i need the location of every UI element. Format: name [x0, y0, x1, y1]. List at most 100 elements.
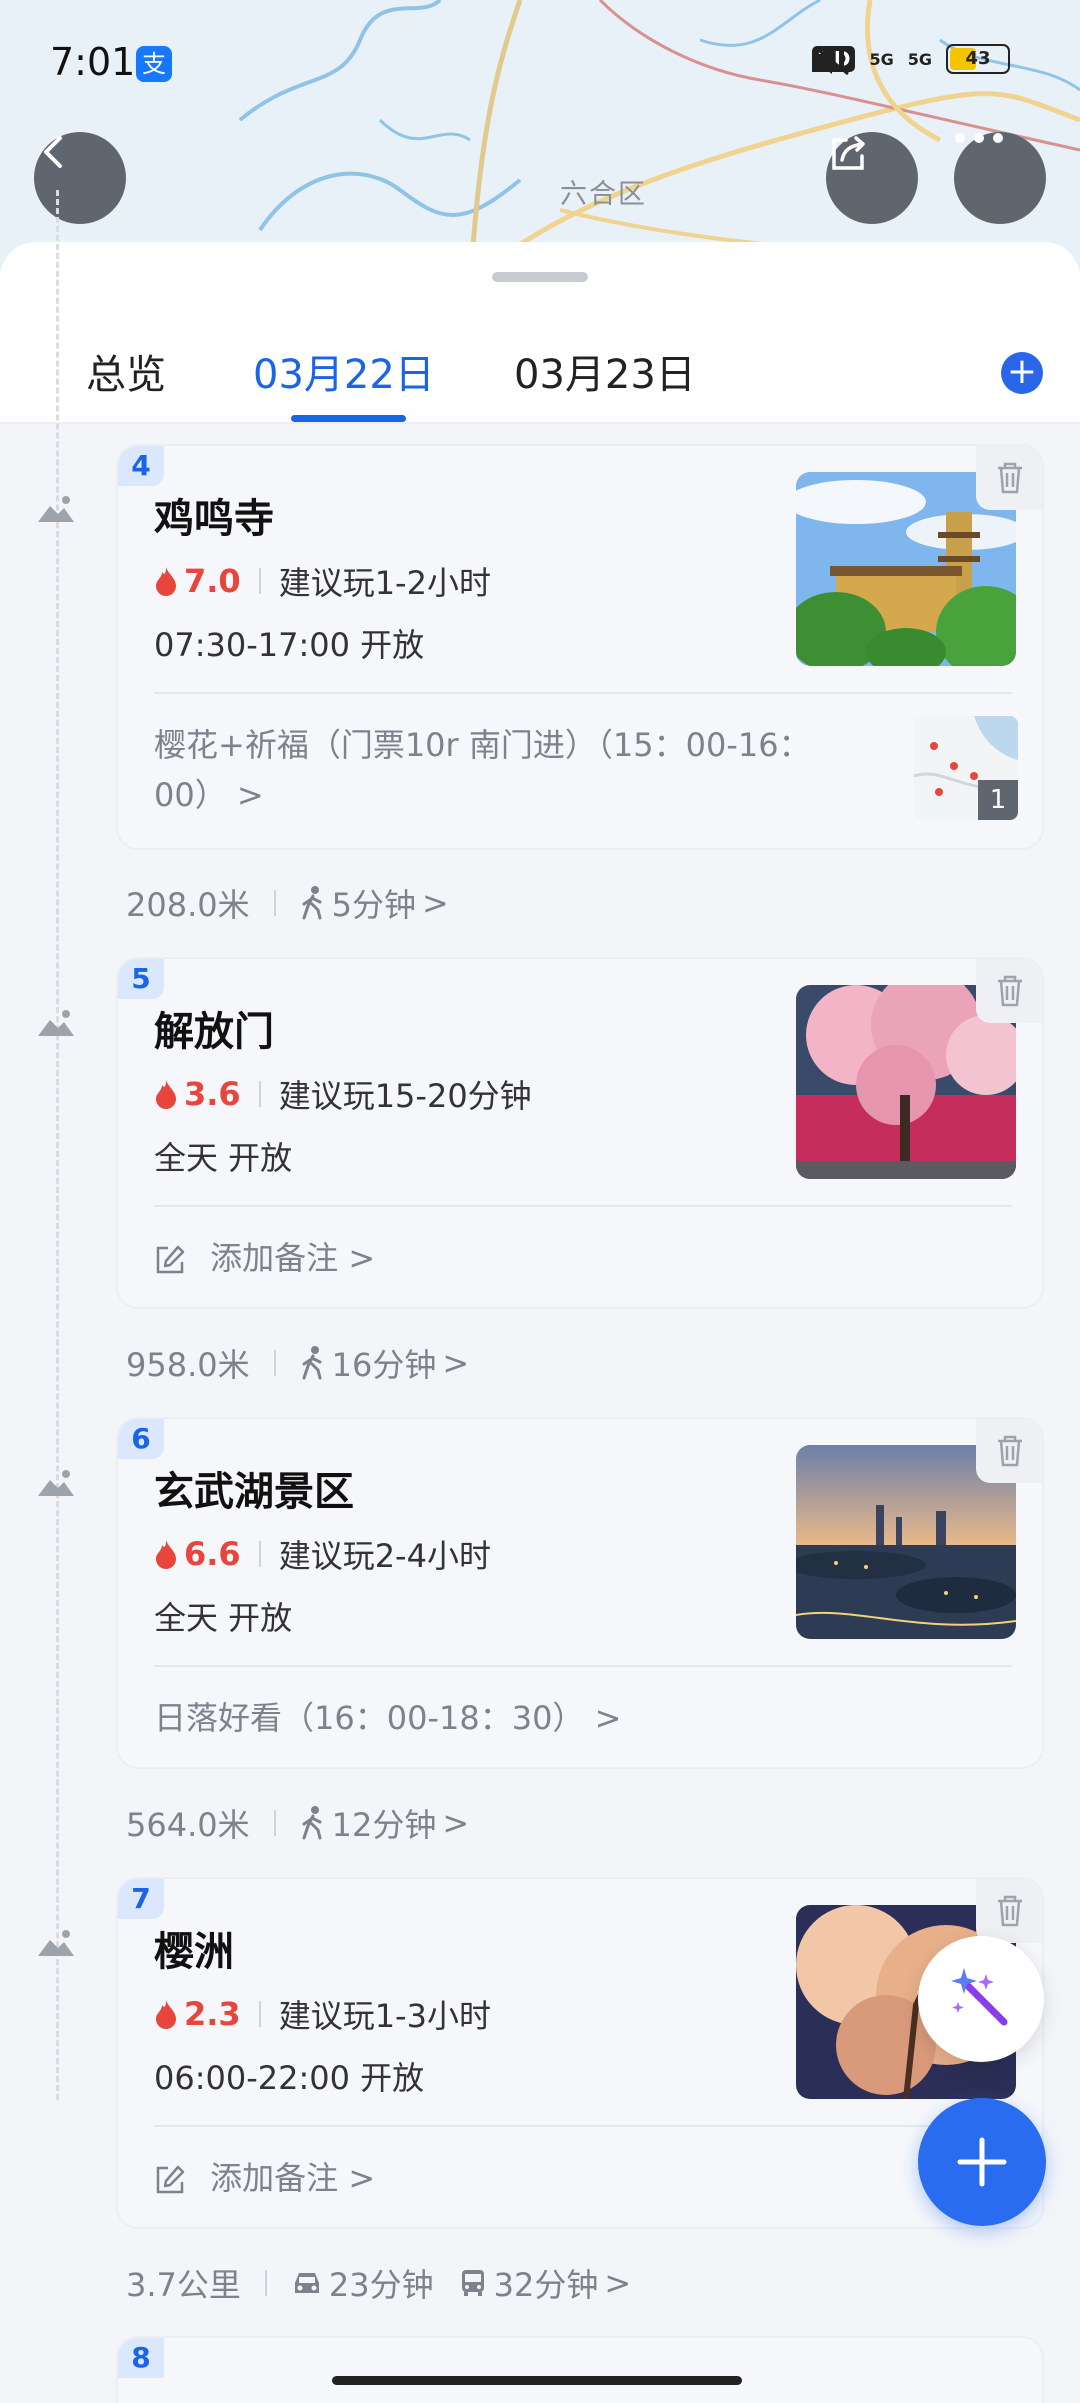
- stop-index: 5: [118, 959, 164, 999]
- active-tab-indicator: [291, 415, 406, 422]
- back-button[interactable]: [34, 132, 126, 224]
- add-note-button[interactable]: 添加备注 >: [154, 1233, 375, 1283]
- bus-icon: [461, 2270, 484, 2296]
- delete-stop-button[interactable]: [976, 1879, 1042, 1943]
- add-day-button[interactable]: +: [1001, 352, 1043, 394]
- stop-meta: 6.6 建议玩2-4小时: [154, 1531, 491, 1577]
- card-divider: [154, 2125, 1012, 2127]
- heat-score: 3.6: [154, 1075, 241, 1113]
- signal-5g-label-2: 5G: [907, 49, 932, 69]
- stop-meta: 7.0 建议玩1-2小时: [154, 558, 491, 604]
- stop-card-partial[interactable]: 8: [116, 2336, 1044, 2403]
- stop-note[interactable]: 樱花+祈福（门票10r 南门进）（15：00-16：00） >: [154, 720, 854, 820]
- heat-score: 6.6: [154, 1535, 241, 1573]
- suggested-duration: 建议玩2-4小时: [278, 1537, 491, 1575]
- route-distance: 3.7公里: [126, 2266, 241, 2304]
- chevron-right-icon: >: [442, 1804, 470, 1842]
- status-bar: 7:01 支 HD 5G 5G 43: [0, 0, 1080, 130]
- chevron-right-icon: >: [236, 776, 264, 814]
- card-divider: [154, 692, 1012, 694]
- tab-header: 总览 03月22日 03月23日 +: [0, 242, 1080, 424]
- status-icons: HD 5G 5G 43: [812, 44, 1010, 76]
- trash-icon: [998, 462, 1022, 494]
- stop-name: 樱洲: [154, 1929, 234, 1975]
- stop-card[interactable]: 7 樱洲 2.3 建议玩1-3小时 06:00-22:00 开放 添加备注 >: [116, 1877, 1044, 2229]
- timeline-line: [56, 190, 59, 2100]
- scenic-spot-icon: [38, 1010, 74, 1036]
- tab-overview[interactable]: 总览: [86, 342, 166, 400]
- chevron-right-icon: >: [348, 2159, 376, 2197]
- battery-level: 43: [965, 48, 991, 69]
- alipay-icon: 支: [136, 46, 172, 82]
- drag-handle[interactable]: [492, 272, 588, 282]
- trash-icon: [998, 1435, 1022, 1467]
- stop-card[interactable]: 5 解放门 3.6 建议玩15-20分钟 全天 开放 添加备注 >: [116, 957, 1044, 1309]
- map-district-label: 六合区: [560, 179, 647, 210]
- stop-name: 鸡鸣寺: [154, 496, 274, 542]
- signal-5g-label-1: 5G: [869, 49, 894, 69]
- share-icon: [832, 136, 865, 170]
- delete-stop-button[interactable]: [976, 1419, 1042, 1483]
- suggested-duration: 建议玩1-2小时: [278, 564, 491, 602]
- flame-icon: [156, 1080, 176, 1109]
- tab-day-0322[interactable]: 03月22日: [253, 342, 435, 400]
- heat-value: 3.6: [184, 1075, 241, 1113]
- stop-meta: 3.6 建议玩15-20分钟: [154, 1071, 532, 1117]
- trash-icon: [998, 975, 1022, 1007]
- walk-icon: [302, 886, 322, 920]
- delete-stop-button[interactable]: [976, 959, 1042, 1023]
- note-image-thumbnail[interactable]: 1: [914, 716, 1018, 820]
- chevron-right-icon: >: [348, 1239, 376, 1277]
- stop-card[interactable]: 4 鸡鸣寺 7.0 建议玩1-2小时 07:30-17:00 开放 樱花+祈福（…: [116, 444, 1044, 850]
- status-time: 7:01: [50, 40, 136, 84]
- walk-duration: 12分钟: [331, 1806, 437, 1844]
- edit-note-icon: [156, 1245, 185, 1274]
- magic-wand-icon: [951, 1968, 1008, 2026]
- trash-icon: [998, 1895, 1022, 1927]
- note-text: 添加备注: [210, 2159, 339, 2197]
- stop-note[interactable]: 日落好看（16：00-18：30） >: [154, 1693, 621, 1743]
- share-button[interactable]: [826, 132, 918, 224]
- walk-duration: 16分钟: [331, 1346, 437, 1384]
- card-divider: [154, 1665, 1012, 1667]
- home-indicator[interactable]: [332, 2376, 742, 2385]
- add-stop-button[interactable]: [918, 2098, 1046, 2226]
- walk-icon: [302, 1806, 322, 1840]
- card-divider: [154, 1205, 1012, 1207]
- car-icon: [294, 2273, 319, 2293]
- add-note-button[interactable]: 添加备注 >: [154, 2153, 375, 2203]
- opening-hours: 07:30-17:00 开放: [154, 626, 425, 664]
- route-segment[interactable]: 958.0米 16分钟 >: [126, 1340, 469, 1386]
- route-segment[interactable]: 3.7公里 23分钟 32分钟 >: [126, 2260, 631, 2306]
- image-count-badge: 1: [978, 780, 1018, 820]
- battery-icon: 43: [946, 44, 1010, 74]
- route-segment[interactable]: 208.0米 5分钟 >: [126, 880, 449, 926]
- stop-name: 玄武湖景区: [154, 1469, 354, 1515]
- flame-icon: [156, 567, 176, 596]
- bus-duration: 32分钟: [493, 2266, 599, 2304]
- heat-score: 7.0: [154, 562, 241, 600]
- chevron-right-icon: >: [594, 1699, 622, 1737]
- car-duration: 23分钟: [328, 2266, 434, 2304]
- suggested-duration: 建议玩1-3小时: [278, 1997, 491, 2035]
- stop-name: 解放门: [154, 1009, 274, 1055]
- more-button[interactable]: [954, 132, 1046, 224]
- walk-icon: [302, 1346, 322, 1380]
- tab-day-0323[interactable]: 03月23日: [514, 342, 696, 400]
- note-text: 添加备注: [210, 1239, 339, 1277]
- stop-card[interactable]: 6 玄武湖景区 6.6 建议玩2-4小时 全天 开放 日落好看（16：00-18…: [116, 1417, 1044, 1769]
- chevron-right-icon: >: [442, 1344, 470, 1382]
- stop-index: 4: [118, 446, 164, 486]
- scenic-spot-icon: [38, 496, 74, 522]
- delete-stop-button[interactable]: [976, 446, 1042, 510]
- ai-magic-button[interactable]: [918, 1936, 1044, 2062]
- signal-bars-icon: [812, 46, 845, 72]
- opening-hours: 全天 开放: [154, 1139, 293, 1177]
- opening-hours: 全天 开放: [154, 1599, 293, 1637]
- walk-duration: 5分钟: [331, 886, 416, 924]
- stop-meta: 2.3 建议玩1-3小时: [154, 1991, 491, 2037]
- route-distance: 208.0米: [126, 886, 250, 924]
- route-distance: 564.0米: [126, 1806, 250, 1844]
- route-distance: 958.0米: [126, 1346, 250, 1384]
- route-segment[interactable]: 564.0米 12分钟 >: [126, 1800, 469, 1846]
